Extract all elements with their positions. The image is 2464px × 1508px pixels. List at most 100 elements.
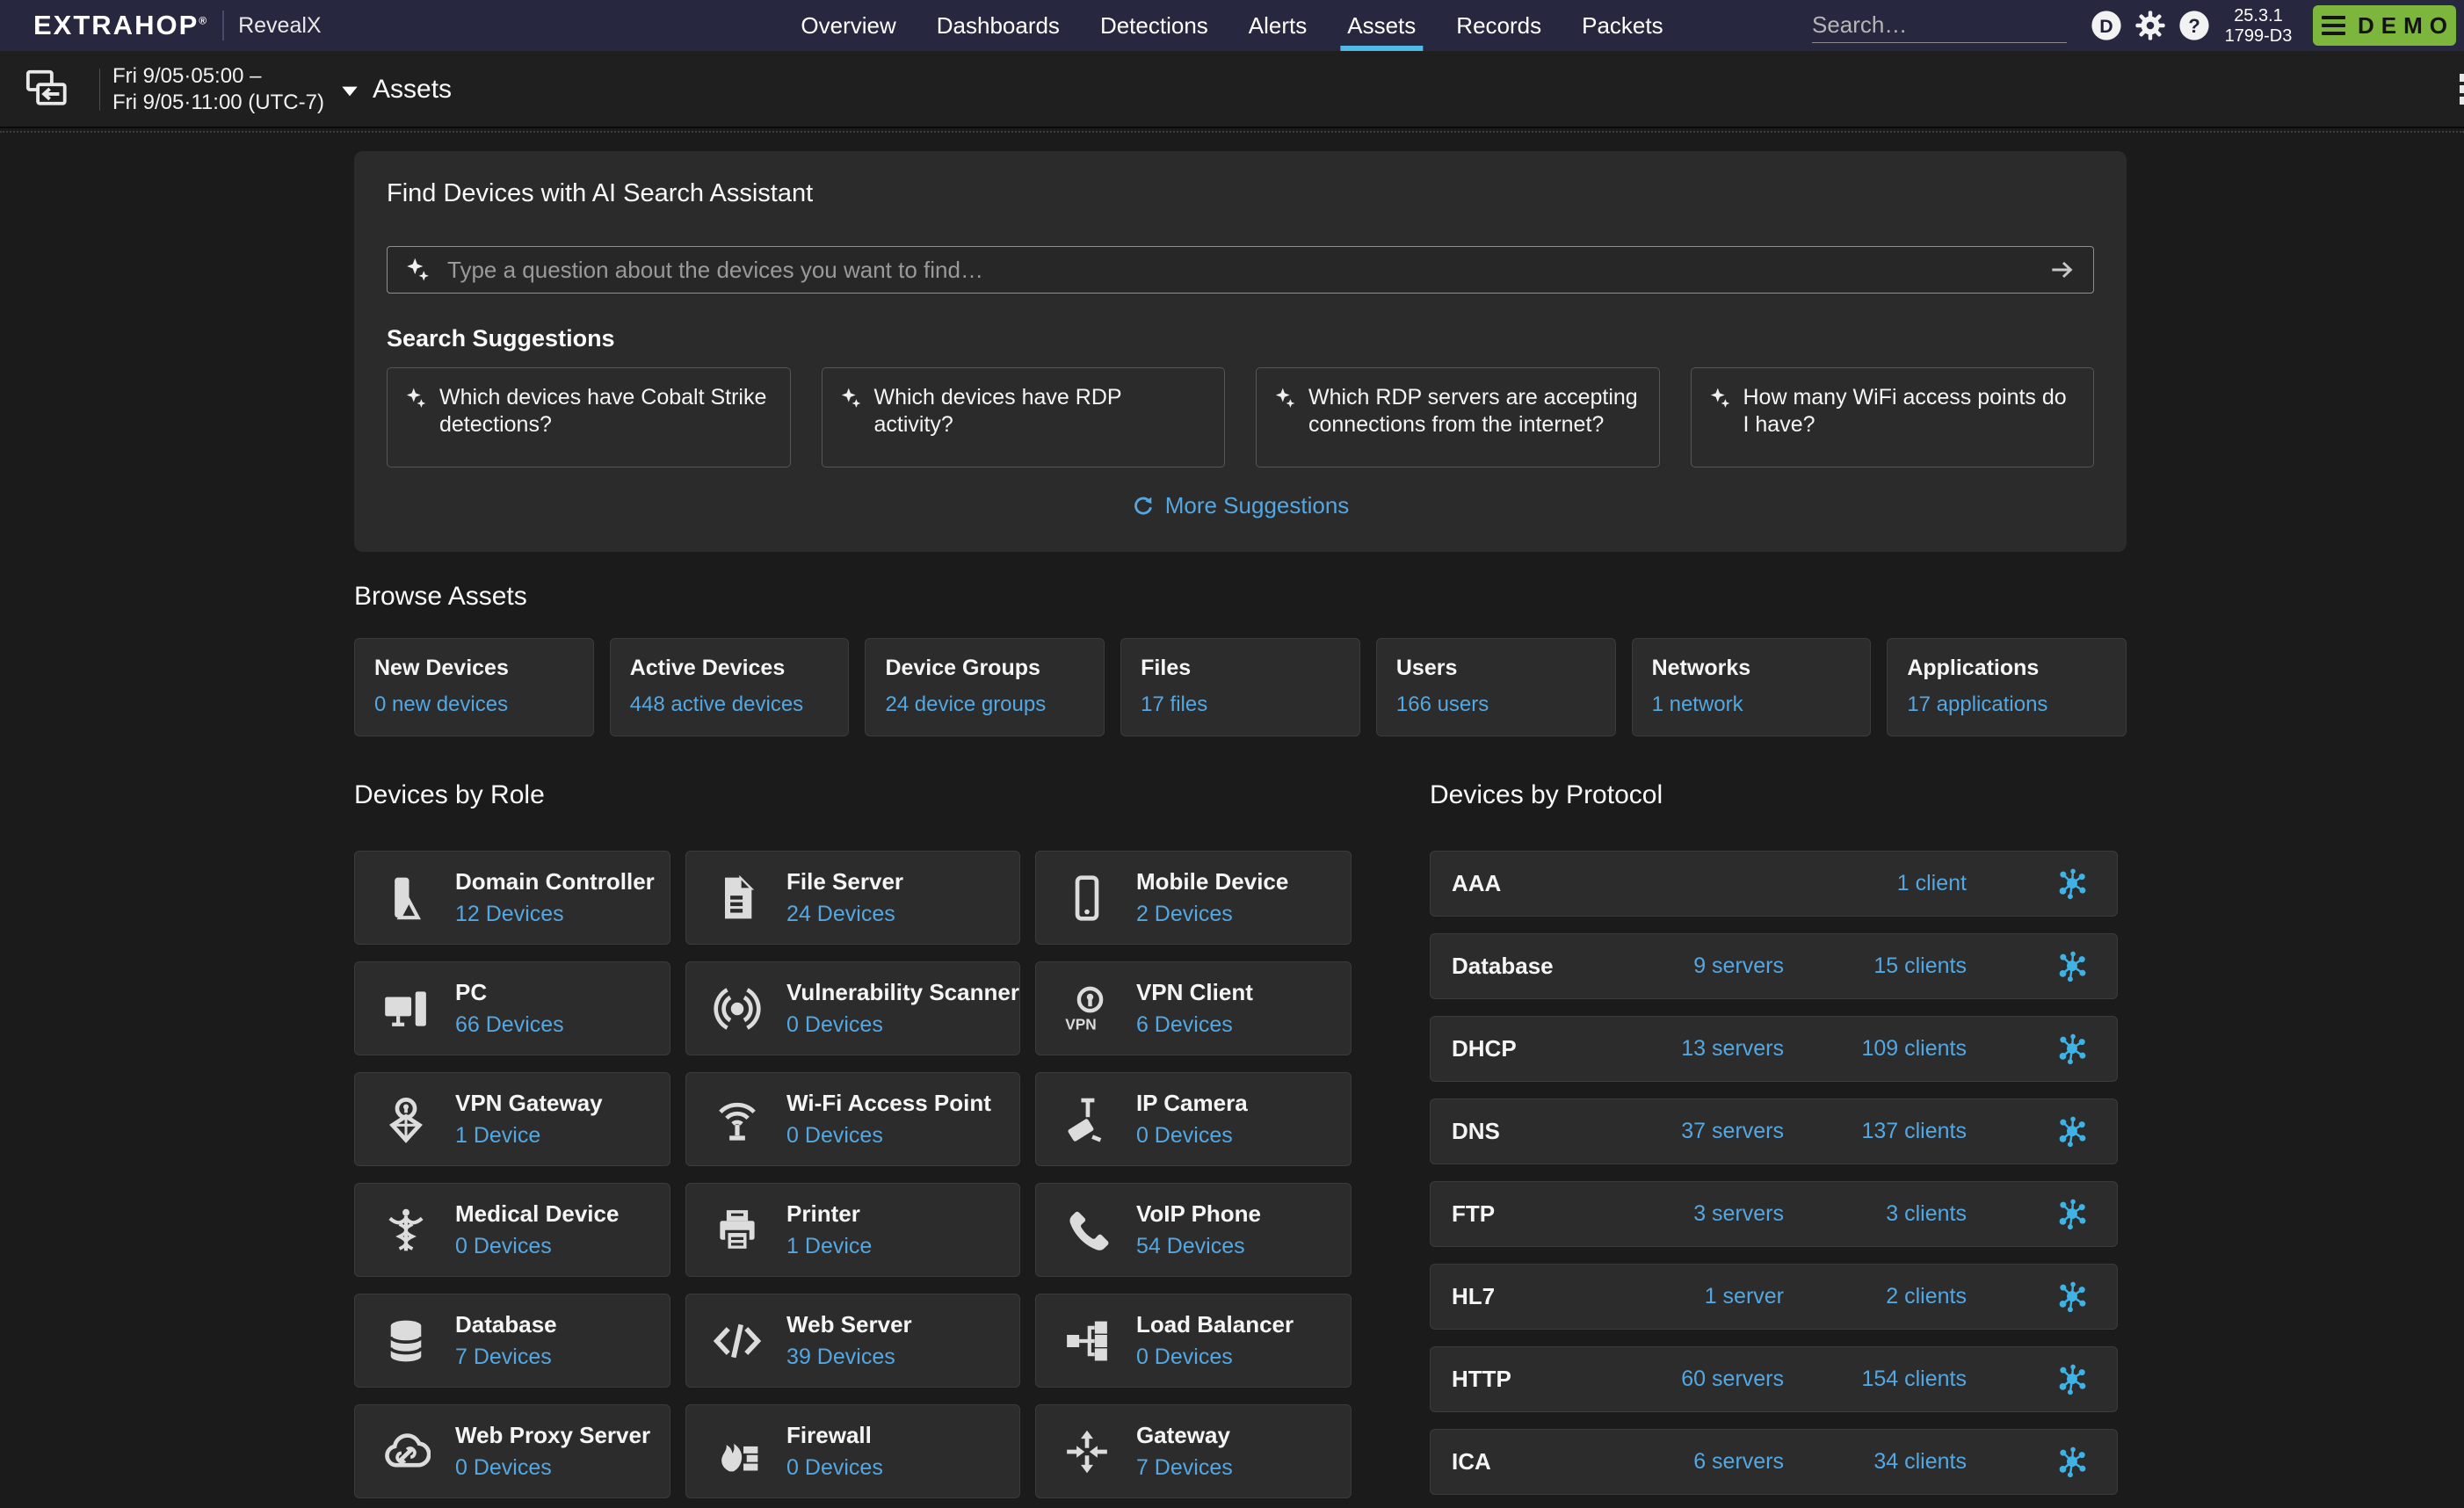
browse-card-link[interactable]: 24 device groups [885,692,1046,716]
role-card-medical-device[interactable]: Medical Device0 Devices [354,1183,670,1277]
role-card-link[interactable]: 0 Devices [786,1012,883,1037]
activity-map-icon[interactable] [2054,1279,2091,1316]
role-card-file-server[interactable]: File Server24 Devices [685,851,1020,945]
role-card-gateway[interactable]: Gateway7 Devices [1035,1404,1352,1498]
protocol-servers-link[interactable]: 1 server [1627,1284,1784,1309]
tab-alerts[interactable]: Alerts [1249,0,1307,51]
protocol-clients-link[interactable]: 2 clients [1784,1284,1967,1309]
protocol-clients-link[interactable]: 109 clients [1784,1036,1967,1062]
role-card-link[interactable]: 0 Devices [455,1455,552,1480]
role-card-link[interactable]: 0 Devices [1136,1123,1233,1148]
role-card-link[interactable]: 24 Devices [786,902,895,926]
activity-map-icon[interactable] [2054,1031,2091,1068]
browse-card-networks[interactable]: Networks1 network [1632,638,1872,736]
time-range-selector[interactable]: Fri 9/05·05:00 – Fri 9/05·11:00 (UTC-7) [112,63,359,116]
role-card-link[interactable]: 54 Devices [1136,1234,1245,1258]
user-avatar-icon[interactable]: D [2090,9,2123,42]
role-card-ip-camera[interactable]: IP Camera0 Devices [1035,1072,1352,1166]
browse-card-link[interactable]: 17 files [1141,692,1207,716]
role-card-link[interactable]: 6 Devices [1136,1012,1233,1037]
panels-back-icon[interactable] [23,66,70,113]
browse-card-link[interactable]: 17 applications [1907,692,2047,716]
role-card-link[interactable]: 0 Devices [786,1123,883,1148]
activity-map-icon[interactable] [2054,866,2091,903]
role-card-database[interactable]: Database7 Devices [354,1294,670,1388]
activity-map-icon[interactable] [2054,1361,2091,1398]
role-card-link[interactable]: 7 Devices [455,1345,552,1369]
browse-card-applications[interactable]: Applications17 applications [1887,638,2127,736]
gear-icon[interactable] [2134,9,2167,42]
role-card-link[interactable]: 0 Devices [1136,1345,1233,1369]
tab-overview[interactable]: Overview [801,0,895,51]
ai-panel-title: Find Devices with AI Search Assistant [387,179,813,208]
ai-question-input[interactable] [446,256,2033,285]
protocol-servers-link[interactable]: 13 servers [1627,1036,1784,1062]
browse-card-users[interactable]: Users166 users [1376,638,1616,736]
search-input[interactable] [1812,11,2067,42]
search-suggestion-card[interactable]: How many WiFi access points do I have? [1691,367,2095,468]
role-card-voip-phone[interactable]: VoIP Phone54 Devices [1035,1183,1352,1277]
role-card-link[interactable]: 66 Devices [455,1012,564,1037]
more-suggestions-button[interactable]: More Suggestions [354,492,2127,519]
browse-card-link[interactable]: 0 new devices [374,692,508,716]
tab-detections[interactable]: Detections [1100,0,1208,51]
role-card-link[interactable]: 1 Device [455,1123,540,1148]
role-card-link[interactable]: 0 Devices [455,1234,552,1258]
protocol-clients-link[interactable]: 137 clients [1784,1119,1967,1144]
role-card-link[interactable]: 1 Device [786,1234,872,1258]
role-card-domain-controller[interactable]: Domain Controller12 Devices [354,851,670,945]
tab-dashboards[interactable]: Dashboards [937,0,1060,51]
browse-card-new-devices[interactable]: New Devices0 new devices [354,638,594,736]
protocol-servers-link[interactable]: 60 servers [1627,1367,1784,1392]
role-card-load-balancer[interactable]: Load Balancer0 Devices [1035,1294,1352,1388]
protocol-servers-link[interactable]: 3 servers [1627,1201,1784,1227]
search-suggestion-card[interactable]: Which RDP servers are accepting connecti… [1256,367,1660,468]
protocol-servers-link[interactable]: 9 servers [1627,953,1784,979]
demo-menu-button[interactable]: DEMO [2313,5,2456,46]
tab-assets[interactable]: Assets [1347,0,1416,51]
browse-card-device-groups[interactable]: Device Groups24 device groups [865,638,1105,736]
browse-card-active-devices[interactable]: Active Devices448 active devices [610,638,850,736]
role-card-text: VPN Client6 Devices [1136,979,1253,1038]
activity-map-icon[interactable] [2054,1113,2091,1150]
role-card-pc[interactable]: PC66 Devices [354,961,670,1055]
role-card-printer[interactable]: Printer1 Device [685,1183,1020,1277]
protocol-clients-link[interactable]: 34 clients [1784,1449,1967,1475]
role-card-mobile-device[interactable]: Mobile Device2 Devices [1035,851,1352,945]
protocol-servers-link[interactable]: 37 servers [1627,1119,1784,1144]
activity-map-icon[interactable] [2054,1196,2091,1233]
role-card-link[interactable]: 2 Devices [1136,902,1233,926]
role-card-web-server[interactable]: Web Server39 Devices [685,1294,1020,1388]
role-card-wi-fi-access-point[interactable]: Wi-Fi Access Point0 Devices [685,1072,1020,1166]
sparkle-icon [840,387,863,410]
protocol-clients-link[interactable]: 1 client [1784,871,1967,896]
activity-map-icon[interactable] [2054,1444,2091,1481]
browse-card-files[interactable]: Files17 files [1120,638,1360,736]
role-card-label: VPN Gateway [455,1090,603,1117]
browse-card-link[interactable]: 448 active devices [630,692,803,716]
tab-records[interactable]: Records [1456,0,1541,51]
browse-card-link[interactable]: 1 network [1652,692,1743,716]
protocol-clients-link[interactable]: 3 clients [1784,1201,1967,1227]
role-card-vpn-client[interactable]: VPNVPN Client6 Devices [1035,961,1352,1055]
role-card-vpn-gateway[interactable]: VPN Gateway 1 Device [354,1072,670,1166]
role-card-vulnerability-scanner[interactable]: Vulnerability Scanner0 Devices [685,961,1020,1055]
role-card-web-proxy-server[interactable]: Web Proxy Server0 Devices [354,1404,670,1498]
search-suggestion-card[interactable]: Which devices have Cobalt Strike detecti… [387,367,791,468]
activity-map-icon[interactable] [2054,948,2091,985]
role-card-firewall[interactable]: Firewall0 Devices [685,1404,1020,1498]
tab-packets[interactable]: Packets [1582,0,1663,51]
browse-card-link[interactable]: 166 users [1396,692,1489,716]
protocol-clients-link[interactable]: 154 clients [1784,1367,1967,1392]
brand-logo[interactable]: EXTRAHOP® [33,10,208,41]
edge-grid-icon[interactable] [2460,74,2464,105]
role-card-link[interactable]: 12 Devices [455,902,564,926]
role-card-link[interactable]: 7 Devices [1136,1455,1233,1480]
help-icon[interactable]: ? [2178,9,2211,42]
protocol-clients-link[interactable]: 15 clients [1784,953,1967,979]
role-card-link[interactable]: 0 Devices [786,1455,883,1480]
role-card-link[interactable]: 39 Devices [786,1345,895,1369]
submit-arrow-icon[interactable] [2047,256,2076,284]
search-suggestion-card[interactable]: Which devices have RDP activity? [822,367,1226,468]
protocol-servers-link[interactable]: 6 servers [1627,1449,1784,1475]
